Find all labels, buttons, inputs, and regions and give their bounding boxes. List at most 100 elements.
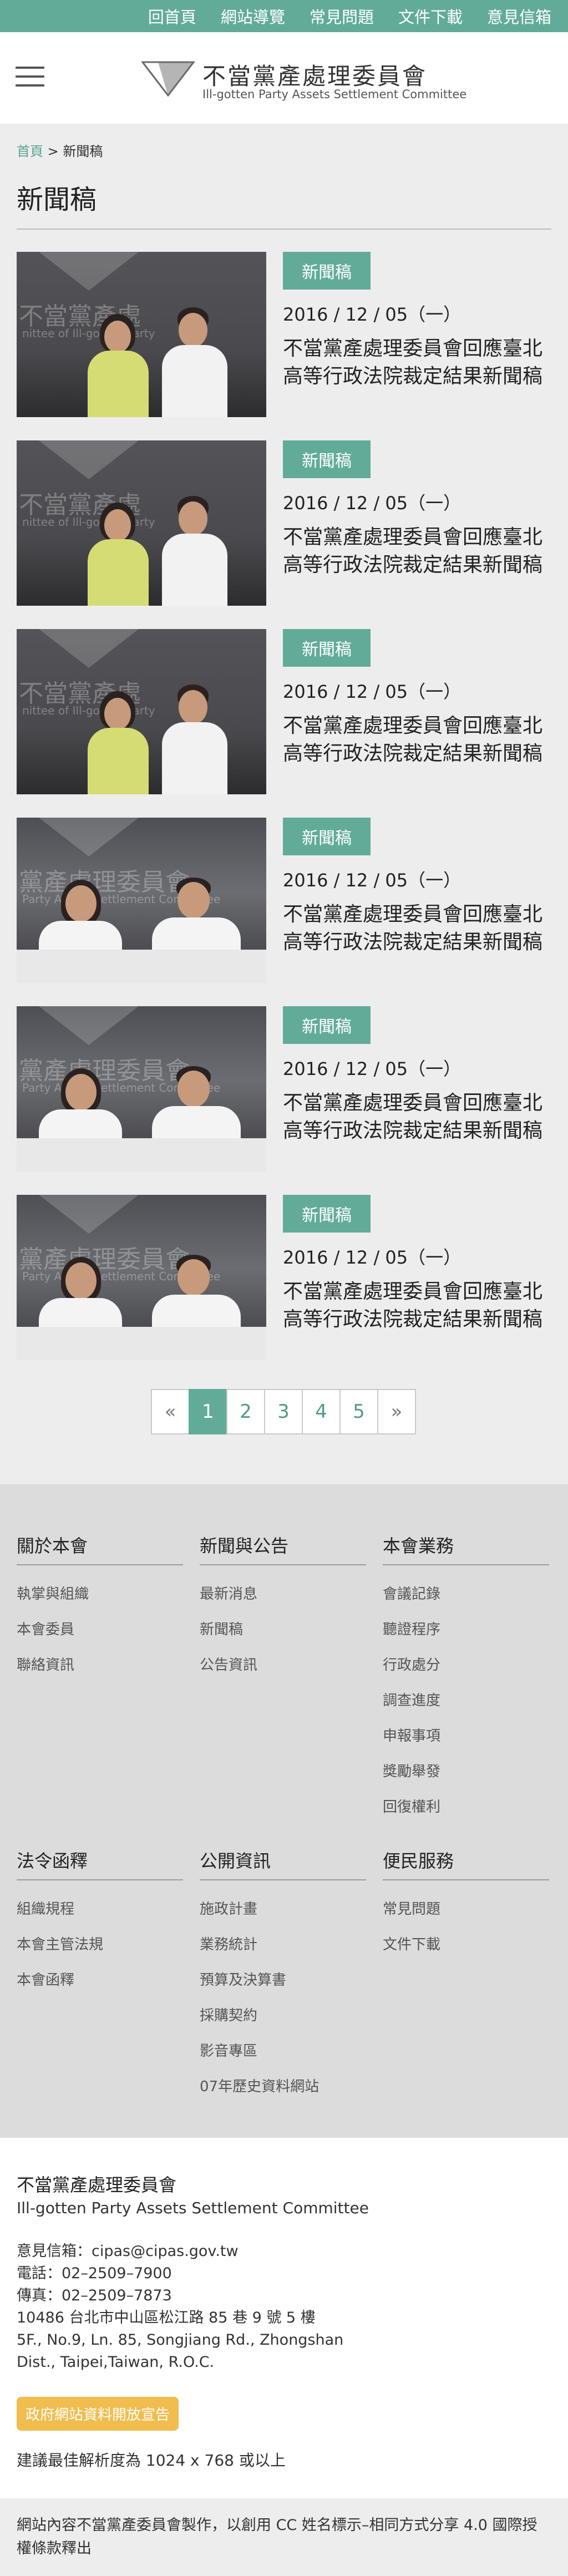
news-category-tag[interactable]: 新聞稿 xyxy=(283,252,371,290)
news-date: 2016 / 12 / 05（一） xyxy=(283,681,462,702)
footer-contact-lines: 意見信箱：cipas@cipas.gov.tw 電話：02–2509–7900 傳真… xyxy=(17,2240,551,2374)
news-photo[interactable]: 不當黨產處 nittee of Ill-gotten party xyxy=(17,440,266,606)
sitemap-link[interactable]: 行政處分 xyxy=(383,1647,549,1683)
breadcrumb-separator: > xyxy=(47,144,59,159)
news-date: 2016 / 12 / 05（一） xyxy=(283,1247,462,1268)
sitemap-column: 法令函釋組織規程 本會主管法規 本會函釋 xyxy=(17,1847,183,2105)
sitemap-link[interactable]: 採購契約 xyxy=(200,1998,366,2034)
footer-contact-line: 傳真：02–2509–7873 xyxy=(17,2287,172,2304)
sitemap-link[interactable]: 公告資訊 xyxy=(200,1647,366,1683)
sitemap-link[interactable]: 文件下載 xyxy=(383,1927,549,1963)
news-list: 不當黨產處 nittee of Ill-gotten party 新聞稿 201… xyxy=(17,252,551,1383)
news-category-tag[interactable]: 新聞稿 xyxy=(283,1195,371,1233)
sitemap-link[interactable]: 調查進度 xyxy=(383,1683,549,1718)
news-title-link[interactable]: 不當黨產處理委員會回應臺北高等行政法院裁定結果新聞稿 xyxy=(283,524,557,579)
top-nav-link[interactable]: 回首頁 xyxy=(148,4,196,28)
sitemap-link[interactable]: 本會委員 xyxy=(17,1612,183,1647)
sitemap-link[interactable]: 會議記錄 xyxy=(383,1576,549,1612)
site-header: 不當黨產處理委員會 Ill-gotten Party Assets Settle… xyxy=(0,32,568,124)
news-photo[interactable]: 不當黨產處 nittee of Ill-gotten party xyxy=(17,629,266,794)
sitemap-heading: 便民服務 xyxy=(383,1847,549,1880)
top-nav-link[interactable]: 常見問題 xyxy=(310,4,374,28)
news-photo[interactable]: 黨產處理委員會 Party Assets Settlement Committe… xyxy=(17,1006,266,1172)
sitemap-link[interactable]: 執掌與組織 xyxy=(17,1576,183,1612)
sitemap-heading: 法令函釋 xyxy=(17,1847,183,1880)
footer-contact-line: 10486 台北市中山區松江路 85 巷 9 號 5 樓 xyxy=(17,2309,316,2326)
news-category-tag[interactable]: 新聞稿 xyxy=(283,629,371,667)
sitemap-link[interactable]: 獎勵舉發 xyxy=(383,1754,549,1789)
pagination-prev-button[interactable]: « xyxy=(151,1389,190,1434)
pagination-page-button[interactable]: 5 xyxy=(339,1389,378,1434)
footer-contact-line[interactable]: 意見信箱：cipas@cipas.gov.tw xyxy=(17,2240,551,2263)
footer-info: 不當黨產處理委員會 Ill-gotten Party Assets Settle… xyxy=(0,2138,568,2498)
sitemap-link[interactable]: 本會函釋 xyxy=(17,1963,183,1998)
footer-contact-line: 電話：02–2509–7900 xyxy=(17,2265,172,2282)
news-photo[interactable]: 黨產處理委員會 Party Assets Settlement Committe… xyxy=(17,1195,266,1360)
breadcrumb: 首頁 > 新聞稿 xyxy=(17,124,551,160)
news-date: 2016 / 12 / 05（一） xyxy=(283,304,462,325)
news-item[interactable]: 黨產處理委員會 Party Assets Settlement Committe… xyxy=(17,1006,551,1195)
news-item[interactable]: 黨產處理委員會 Party Assets Settlement Committe… xyxy=(17,1195,551,1383)
pagination-page-button[interactable]: 3 xyxy=(264,1389,303,1434)
sitemap-column: 本會業務會議記錄 聽證程序 行政處分 調查進度 申報事項 獎勵舉發 回復權利 xyxy=(383,1532,549,1825)
site-logo[interactable]: 不當黨產處理委員會 Ill-gotten Party Assets Settle… xyxy=(141,54,466,101)
sitemap-link[interactable]: 最新消息 xyxy=(200,1576,366,1612)
footer-contact-line: 5F., No.9, Ln. 85, Songjiang Rd., Zhongs… xyxy=(17,2331,344,2349)
sitemap-link[interactable]: 申報事項 xyxy=(383,1718,549,1754)
sitemap-link[interactable]: 07年歷史資料網站 xyxy=(200,2069,366,2105)
news-category-tag[interactable]: 新聞稿 xyxy=(283,440,371,478)
news-title-link[interactable]: 不當黨產處理委員會回應臺北高等行政法院裁定結果新聞稿 xyxy=(283,901,557,956)
news-item[interactable]: 不當黨產處 nittee of Ill-gotten party 新聞稿 201… xyxy=(17,440,551,629)
sitemap-link[interactable]: 本會主管法規 xyxy=(17,1927,183,1963)
sitemap-link[interactable]: 新聞稿 xyxy=(200,1612,366,1647)
pagination: «1 2 3 4 5» xyxy=(17,1389,551,1434)
news-title-link[interactable]: 不當黨產處理委員會回應臺北高等行政法院裁定結果新聞稿 xyxy=(283,712,557,768)
main-content: 首頁 > 新聞稿 新聞稿 不當黨產處 nittee of Ill-gotten … xyxy=(0,124,568,1434)
top-utility-nav: 回首頁 網站導覽 常見問題 文件下載 意見信箱 xyxy=(0,0,568,32)
pagination-next-button[interactable]: » xyxy=(377,1389,416,1434)
logo-title-zh: 不當黨產處理委員會 xyxy=(202,63,428,90)
pagination-page-button[interactable]: 1 xyxy=(189,1389,227,1434)
breadcrumb-current: 新聞稿 xyxy=(63,144,103,159)
sitemap-column: 新聞與公告最新消息 新聞稿 公告資訊 xyxy=(200,1532,366,1825)
news-category-tag[interactable]: 新聞稿 xyxy=(283,1006,371,1044)
sitemap-link[interactable]: 預算及決算書 xyxy=(200,1963,366,1998)
sitemap-link[interactable]: 回復權利 xyxy=(383,1789,549,1825)
open-data-declaration-button[interactable]: 政府網站資料開放宣告 xyxy=(17,2397,179,2431)
news-date: 2016 / 12 / 05（一） xyxy=(283,1058,462,1079)
news-item[interactable]: 不當黨產處 nittee of Ill-gotten party 新聞稿 201… xyxy=(17,252,551,440)
top-nav-link[interactable]: 網站導覽 xyxy=(221,4,285,28)
news-category-tag[interactable]: 新聞稿 xyxy=(283,818,371,855)
breadcrumb-home-link[interactable]: 首頁 xyxy=(17,144,43,159)
news-title-link[interactable]: 不當黨產處理委員會回應臺北高等行政法院裁定結果新聞稿 xyxy=(283,335,557,391)
resolution-note: 建議最佳解析度為 1024 x 768 或以上 xyxy=(17,2451,286,2469)
sitemap-heading: 新聞與公告 xyxy=(200,1532,366,1565)
top-nav-link[interactable]: 意見信箱 xyxy=(487,4,551,28)
sitemap-link[interactable]: 組織規程 xyxy=(17,1892,183,1927)
sitemap-heading: 本會業務 xyxy=(383,1532,549,1565)
sitemap-heading: 公開資訊 xyxy=(200,1847,366,1880)
news-photo[interactable]: 不當黨產處 nittee of Ill-gotten party xyxy=(17,252,266,417)
news-title-link[interactable]: 不當黨產處理委員會回應臺北高等行政法院裁定結果新聞稿 xyxy=(283,1278,557,1333)
footer-org-name-en: Ill-gotten Party Assets Settlement Commi… xyxy=(17,2199,369,2217)
page-title: 新聞稿 xyxy=(17,178,551,230)
news-title-link[interactable]: 不當黨產處理委員會回應臺北高等行政法院裁定結果新聞稿 xyxy=(283,1089,557,1145)
news-item[interactable]: 不當黨產處 nittee of Ill-gotten party 新聞稿 201… xyxy=(17,629,551,818)
news-date: 2016 / 12 / 05（一） xyxy=(283,493,462,514)
pagination-page-button[interactable]: 2 xyxy=(226,1389,265,1434)
footer-org-name-zh: 不當黨產處理委員會 xyxy=(17,2174,177,2195)
hamburger-menu-icon[interactable] xyxy=(16,67,44,87)
news-item[interactable]: 黨產處理委員會 Party Assets Settlement Committe… xyxy=(17,818,551,1006)
sitemap-link[interactable]: 業務統計 xyxy=(200,1927,366,1963)
copyright-notice: 網站內容不當黨產委員會製作，以創用 CC 姓名標示–相同方式分享 4.0 國際授… xyxy=(0,2498,568,2576)
sitemap-link[interactable]: 聯絡資訊 xyxy=(17,1647,183,1683)
sitemap-link[interactable]: 影音專區 xyxy=(200,2034,366,2069)
top-nav-link[interactable]: 文件下載 xyxy=(398,4,463,28)
logo-title-en: Ill-gotten Party Assets Settlement Commi… xyxy=(202,88,467,101)
news-photo[interactable]: 黨產處理委員會 Party Assets Settlement Committe… xyxy=(17,818,266,983)
pagination-page-button[interactable]: 4 xyxy=(302,1389,341,1434)
footer-contact-line: Dist., Taipei,Taiwan, R.O.C. xyxy=(17,2354,215,2371)
sitemap-link[interactable]: 聽證程序 xyxy=(383,1612,549,1647)
sitemap-link[interactable]: 常見問題 xyxy=(383,1892,549,1927)
sitemap-link[interactable]: 施政計畫 xyxy=(200,1892,366,1927)
